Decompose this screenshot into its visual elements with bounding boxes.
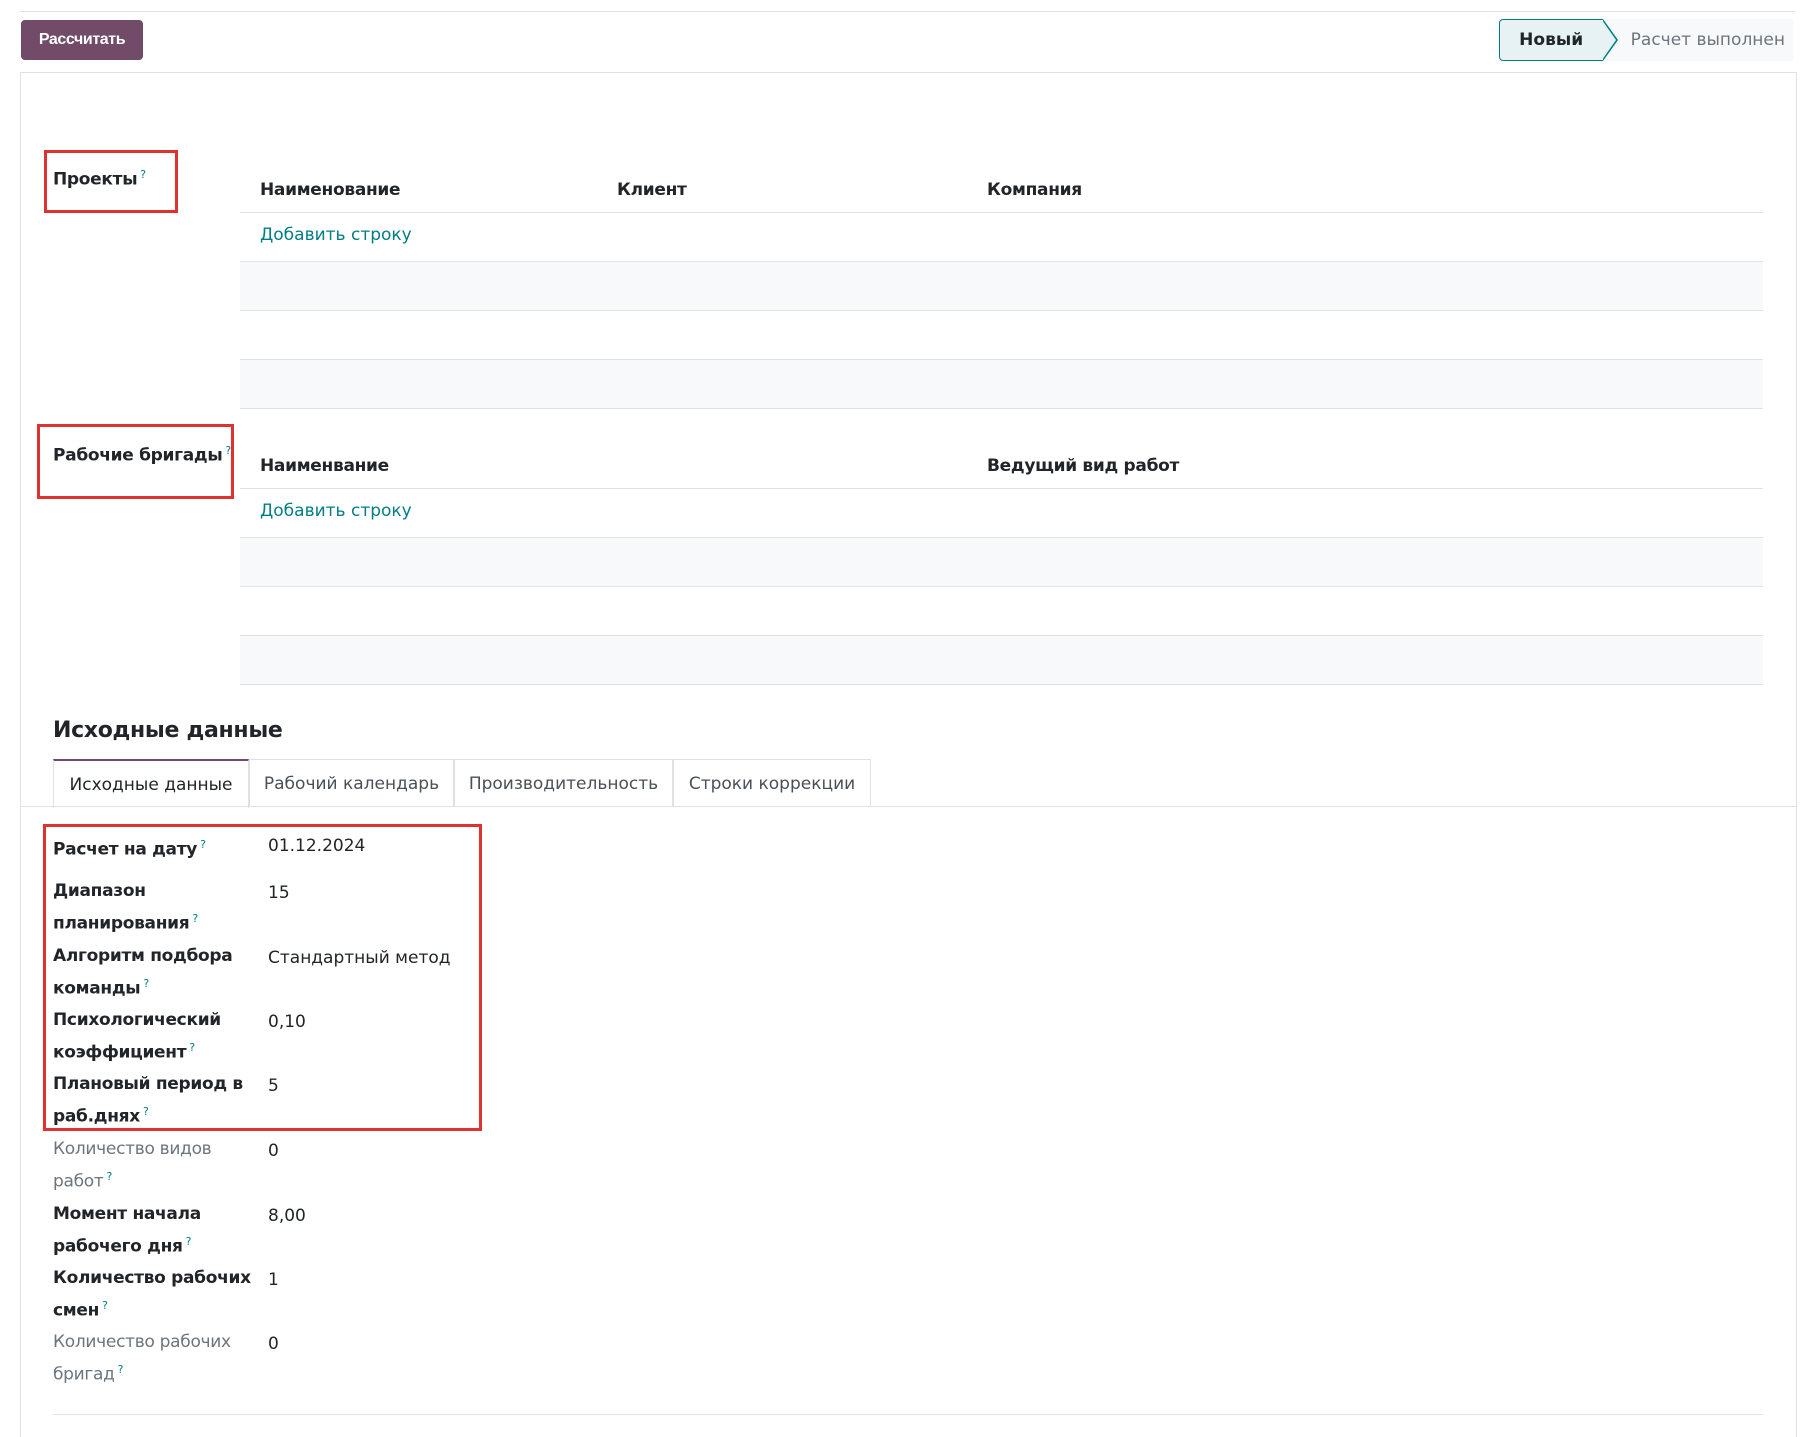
status-new[interactable]: Новый	[1498, 19, 1618, 61]
teams-table: Наименвание Ведущий вид работ Добавить с…	[240, 436, 1763, 685]
field-value-teams-count: 0	[268, 1334, 279, 1354]
field-label: Алгоритм подбора команды?	[53, 943, 253, 1003]
teams-label: Рабочие бригады?	[53, 444, 231, 466]
field-label-text: Психологический коэффициент	[53, 1010, 221, 1063]
field-label: Количество видов работ?	[53, 1136, 253, 1196]
table-row: Добавить строку	[240, 489, 1763, 538]
status-calculated[interactable]: Расчет выполнен	[1602, 19, 1793, 61]
table-row	[240, 360, 1763, 409]
top-divider	[20, 11, 1795, 12]
field-label-text: Количество рабочих бригад	[53, 1332, 231, 1385]
field-label-text: Плановый период в раб.днях	[53, 1074, 243, 1127]
field-value-plan-period[interactable]: 5	[268, 1073, 279, 1100]
projects-label: Проекты?	[53, 168, 146, 190]
column-lead-work-type[interactable]: Ведущий вид работ	[987, 456, 1179, 476]
table-row	[240, 262, 1763, 311]
tabs-divider	[21, 806, 1796, 807]
table-row	[240, 636, 1763, 685]
column-client[interactable]: Клиент	[617, 180, 687, 200]
column-name[interactable]: Наименование	[260, 180, 401, 200]
status-arrow-icon	[1601, 19, 1618, 61]
help-icon[interactable]: ?	[143, 1105, 149, 1118]
table-row	[240, 311, 1763, 360]
calculate-button[interactable]: Рассчитать	[21, 20, 143, 60]
teams-table-header: Наименвание Ведущий вид работ	[240, 436, 1763, 489]
projects-add-row-link[interactable]: Добавить строку	[260, 225, 412, 245]
field-label-text: Диапазон планирования	[53, 881, 190, 934]
help-icon[interactable]: ?	[189, 1041, 195, 1054]
projects-table: Наименование Клиент Компания Добавить ст…	[240, 160, 1763, 409]
table-row	[240, 538, 1763, 587]
status-bar: Новый Расчет выполнен	[1498, 19, 1793, 61]
field-value-workday-start[interactable]: 8,00	[268, 1203, 306, 1230]
tab-productivity[interactable]: Производительность	[454, 759, 673, 807]
help-icon[interactable]: ?	[192, 912, 198, 925]
help-icon[interactable]: ?	[143, 977, 149, 990]
table-row	[240, 587, 1763, 636]
tab-correction-lines[interactable]: Строки коррекции	[673, 759, 871, 807]
help-icon[interactable]: ?	[225, 444, 231, 457]
bottom-divider	[53, 1414, 1763, 1415]
help-icon[interactable]: ?	[140, 168, 146, 181]
projects-table-header: Наименование Клиент Компания	[240, 160, 1763, 213]
projects-label-text: Проекты	[53, 169, 138, 190]
field-value-work-types-count: 0	[268, 1141, 279, 1161]
field-label-text: Расчет на дату	[53, 839, 198, 860]
field-label-text: Момент начала рабочего дня	[53, 1204, 201, 1257]
table-row: Добавить строку	[240, 213, 1763, 262]
help-icon[interactable]: ?	[107, 1170, 113, 1183]
field-label-text: Количество рабочих смен	[53, 1268, 251, 1321]
field-label-text: Количество видов работ	[53, 1139, 212, 1192]
field-label: Плановый период в раб.днях?	[53, 1071, 253, 1131]
field-value-planning-range[interactable]: 15	[268, 880, 290, 907]
field-label: Расчет на дату?	[53, 831, 253, 864]
field-value-calc-date[interactable]: 01.12.2024	[268, 833, 365, 860]
field-label: Психологический коэффициент?	[53, 1007, 253, 1067]
tab-source-data[interactable]: Исходные данные	[53, 759, 249, 808]
column-company[interactable]: Компания	[987, 180, 1082, 200]
field-value-shifts-count[interactable]: 1	[268, 1267, 279, 1294]
field-label: Диапазон планирования?	[53, 878, 253, 938]
column-name[interactable]: Наименвание	[260, 456, 389, 476]
field-value-team-algorithm[interactable]: Стандартный метод	[268, 945, 451, 972]
help-icon[interactable]: ?	[200, 838, 206, 851]
help-icon[interactable]: ?	[118, 1363, 124, 1376]
tab-work-calendar[interactable]: Рабочий календарь	[249, 759, 454, 807]
teams-add-row-link[interactable]: Добавить строку	[260, 501, 412, 521]
section-title: Исходные данные	[53, 718, 283, 743]
help-icon[interactable]: ?	[186, 1235, 192, 1248]
field-label: Количество рабочих бригад?	[53, 1329, 253, 1389]
field-value-psych-coefficient[interactable]: 0,10	[268, 1009, 306, 1036]
help-icon[interactable]: ?	[102, 1299, 108, 1312]
teams-label-text: Рабочие бригады	[53, 445, 223, 466]
status-calculated-label: Расчет выполнен	[1630, 30, 1785, 50]
field-label-text: Алгоритм подбора команды	[53, 946, 233, 999]
field-label: Момент начала рабочего дня?	[53, 1201, 253, 1261]
status-new-label: Новый	[1519, 30, 1584, 50]
field-label: Количество рабочих смен?	[53, 1265, 253, 1325]
